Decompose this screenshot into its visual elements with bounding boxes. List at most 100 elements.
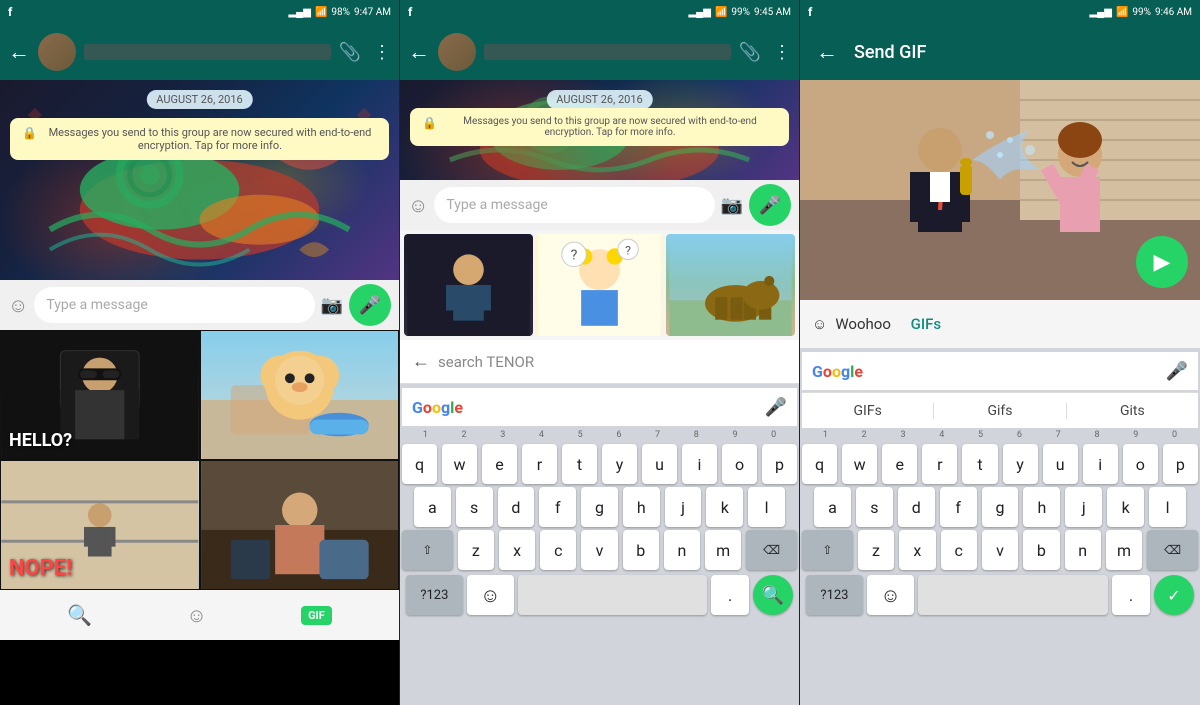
tenor-back-button[interactable]: ← — [412, 351, 430, 372]
key-g-2[interactable]: g — [581, 487, 618, 527]
key-c-3[interactable]: c — [941, 530, 977, 570]
key-o-2[interactable]: o — [722, 444, 757, 484]
backspace-key-3[interactable]: ⌫ — [1147, 530, 1198, 570]
mic-button-1[interactable]: 🎤 — [349, 284, 391, 326]
period-key-3[interactable]: . — [1112, 575, 1150, 615]
search-key-2[interactable]: 🔍 — [753, 575, 793, 615]
key-a-3[interactable]: a — [814, 487, 851, 527]
camera-button-2[interactable]: 📷 — [721, 195, 743, 216]
key-z-2[interactable]: z — [458, 530, 494, 570]
key-k-2[interactable]: k — [706, 487, 743, 527]
key-t-2[interactable]: t — [562, 444, 597, 484]
key-h-3[interactable]: h — [1023, 487, 1060, 527]
suggestion-gifs2[interactable]: Gifs — [934, 403, 1066, 419]
key-l-3[interactable]: l — [1149, 487, 1186, 527]
send-key-3[interactable]: ✓ — [1154, 575, 1194, 615]
key-r-3[interactable]: r — [922, 444, 957, 484]
emoji-button-2[interactable]: ☺ — [408, 193, 428, 218]
key-x-3[interactable]: x — [899, 530, 935, 570]
back-button-2[interactable]: ← — [408, 39, 430, 65]
gifs-link[interactable]: GIFs — [911, 315, 941, 333]
key-v-2[interactable]: v — [581, 530, 617, 570]
key-b-2[interactable]: b — [623, 530, 659, 570]
back-button-1[interactable]: ← — [8, 39, 30, 65]
key-j-3[interactable]: j — [1065, 487, 1102, 527]
key-m-2[interactable]: m — [705, 530, 741, 570]
key-v-3[interactable]: v — [982, 530, 1018, 570]
key-q-2[interactable]: q — [402, 444, 437, 484]
backspace-key-2[interactable]: ⌫ — [746, 530, 797, 570]
key-w-2[interactable]: w — [442, 444, 477, 484]
key-n-3[interactable]: n — [1065, 530, 1101, 570]
key-x-2[interactable]: x — [499, 530, 535, 570]
gif-strip-cell-1[interactable] — [404, 234, 533, 336]
key-w-3[interactable]: w — [842, 444, 877, 484]
gif-cell-pom[interactable] — [200, 330, 400, 460]
system-msg-1[interactable]: 🔒 Messages you send to this group are no… — [10, 118, 389, 160]
shift-key-3[interactable]: ⇧ — [802, 530, 853, 570]
more-icon-2[interactable]: ⋮ — [773, 42, 791, 63]
key-u-3[interactable]: u — [1043, 444, 1078, 484]
gif-strip-cell-3[interactable] — [666, 234, 795, 336]
gif-strip-cell-2[interactable]: ? ? — [535, 234, 664, 336]
key-d-3[interactable]: d — [898, 487, 935, 527]
key-m-3[interactable]: m — [1106, 530, 1142, 570]
message-input-2[interactable]: Type a message — [434, 187, 714, 223]
key-p-2[interactable]: p — [762, 444, 797, 484]
key-u-2[interactable]: u — [642, 444, 677, 484]
message-input-1[interactable]: Type a message — [34, 287, 314, 323]
send-button-3[interactable]: ▶ — [1136, 236, 1188, 288]
gif-cell-woman[interactable] — [200, 460, 400, 590]
gif-cell-nope[interactable]: NOPE! — [0, 460, 200, 590]
key-e-3[interactable]: e — [882, 444, 917, 484]
space-key-3[interactable] — [918, 575, 1108, 615]
key-b-3[interactable]: b — [1023, 530, 1059, 570]
search-icon-1[interactable]: 🔍 — [67, 603, 92, 627]
paperclip-icon-2[interactable]: 📎 — [739, 42, 761, 63]
key-k-3[interactable]: k — [1107, 487, 1144, 527]
key-y-3[interactable]: y — [1003, 444, 1038, 484]
key-i-3[interactable]: i — [1083, 444, 1118, 484]
shift-key-2[interactable]: ⇧ — [402, 530, 453, 570]
key-s-2[interactable]: s — [456, 487, 493, 527]
key-y-2[interactable]: y — [602, 444, 637, 484]
gif-cell-hello[interactable]: HELLO? — [0, 330, 200, 460]
suggestion-gits[interactable]: Gits — [1067, 403, 1198, 419]
key-p-3[interactable]: p — [1163, 444, 1198, 484]
key-s-3[interactable]: s — [856, 487, 893, 527]
key-r-2[interactable]: r — [522, 444, 557, 484]
num-key-2[interactable]: ?123 — [406, 575, 463, 615]
key-n-2[interactable]: n — [664, 530, 700, 570]
key-o-3[interactable]: o — [1123, 444, 1158, 484]
num-key-3[interactable]: ?123 — [806, 575, 863, 615]
key-h-2[interactable]: h — [623, 487, 660, 527]
space-key-2[interactable] — [518, 575, 707, 615]
key-q-3[interactable]: q — [802, 444, 837, 484]
key-t-3[interactable]: t — [962, 444, 997, 484]
kb-mic-icon-3[interactable]: 🎤 — [1166, 361, 1188, 382]
key-d-2[interactable]: d — [498, 487, 535, 527]
emoji-key-2[interactable]: ☺ — [467, 575, 514, 615]
avatar-1[interactable] — [38, 33, 76, 71]
paperclip-icon-1[interactable]: 📎 — [339, 42, 361, 63]
key-e-2[interactable]: e — [482, 444, 517, 484]
mic-button-2[interactable]: 🎤 — [749, 184, 791, 226]
key-c-2[interactable]: c — [540, 530, 576, 570]
key-j-2[interactable]: j — [665, 487, 702, 527]
key-i-2[interactable]: i — [682, 444, 717, 484]
key-f-3[interactable]: f — [940, 487, 977, 527]
more-icon-1[interactable]: ⋮ — [373, 42, 391, 63]
back-button-3[interactable]: ← — [816, 39, 838, 65]
tenor-search-text[interactable]: search TENOR — [438, 353, 787, 371]
key-f-2[interactable]: f — [539, 487, 576, 527]
suggestion-gifs[interactable]: GIFs — [802, 403, 934, 419]
kb-mic-icon-2[interactable]: 🎤 — [765, 397, 787, 418]
key-l-2[interactable]: l — [748, 487, 785, 527]
key-z-3[interactable]: z — [858, 530, 894, 570]
key-g-3[interactable]: g — [982, 487, 1019, 527]
emoji-icon-1[interactable]: ☺ — [186, 603, 206, 628]
key-a-2[interactable]: a — [414, 487, 451, 527]
gif-badge-1[interactable]: GIF — [301, 606, 332, 625]
system-msg-2[interactable]: 🔒 Messages you send to this group are no… — [410, 108, 789, 146]
avatar-2[interactable] — [438, 33, 476, 71]
